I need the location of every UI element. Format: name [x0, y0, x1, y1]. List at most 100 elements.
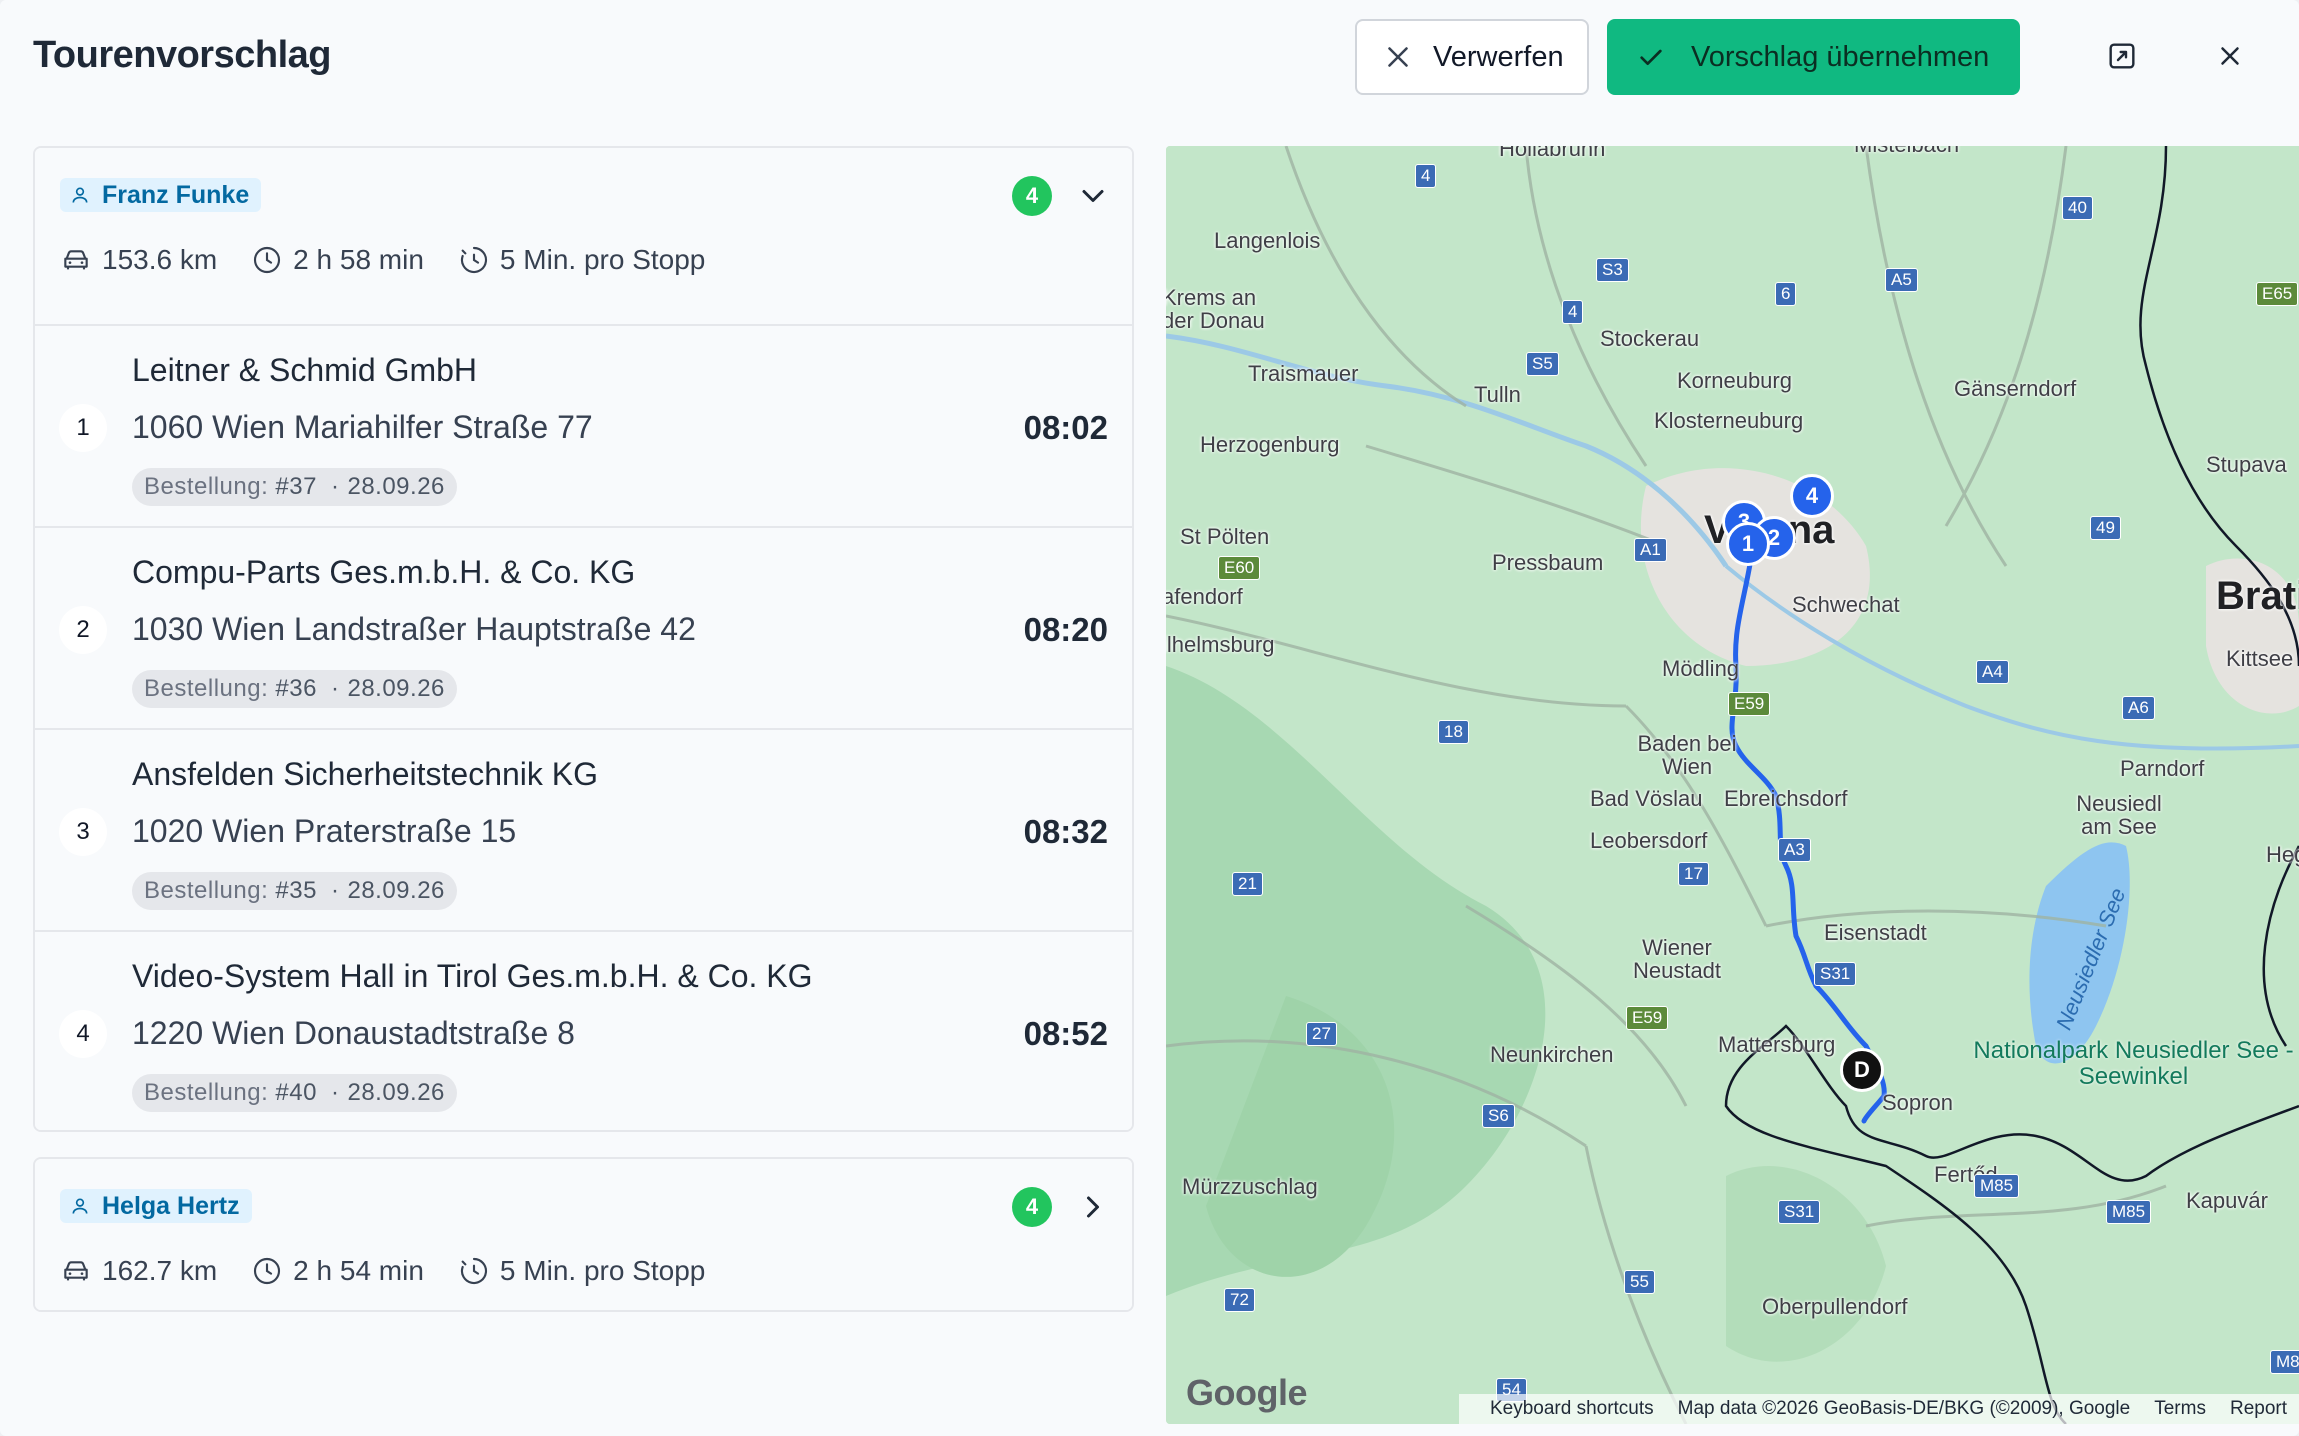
stop-count-badge: 4	[1012, 1187, 1052, 1227]
map-label: Stockerau	[1600, 326, 1700, 351]
stop-item[interactable]: 3 Ansfelden Sicherheitstechnik KG 1020 W…	[35, 730, 1132, 932]
road-shield: M85	[2106, 1200, 2152, 1224]
customer-address: 1220 Wien Donaustadtstraße 8	[132, 1015, 575, 1051]
stop-number: 2	[59, 606, 107, 654]
map-label: Schwechat	[1792, 592, 1900, 617]
arrival-time: 08:20	[1023, 611, 1108, 648]
road-shield: E59	[1728, 692, 1771, 716]
map-label: Mattersburg	[1718, 1032, 1836, 1057]
stop-item[interactable]: 2 Compu-Parts Ges.m.b.H. & Co. KG 1030 W…	[35, 528, 1132, 730]
map-marker-4[interactable]: 4	[1790, 474, 1834, 518]
discard-label: Verwerfen	[1433, 40, 1564, 73]
road-shield: A1	[1634, 538, 1667, 562]
road-shield: A4	[1976, 660, 2009, 684]
close-dialog-icon[interactable]	[2208, 34, 2252, 78]
discard-button[interactable]: Verwerfen	[1355, 19, 1589, 95]
road-shield: 4	[1562, 300, 1584, 324]
check-icon	[1640, 49, 1662, 65]
customer-address: 1020 Wien Praterstraße 15	[132, 813, 517, 849]
map-label: afendorf	[1166, 584, 1243, 609]
map-label: Stupava	[2206, 452, 2287, 477]
map-data-credit: Map data ©2026 GeoBasis-DE/BKG (©2009), …	[1677, 1398, 2131, 1419]
road-shield: A3	[1778, 838, 1811, 862]
duration-value: 2 h 58 min	[293, 244, 424, 275]
map-marker-1[interactable]: 1	[1726, 522, 1770, 566]
stop-number: 1	[59, 404, 107, 452]
map-label: Krems an der Donau	[1166, 285, 1265, 334]
road-shield: 27	[1306, 1022, 1337, 1046]
driver-card-header[interactable]: Franz Funke 4 153.6 km 2 h 58 min 5 Min.…	[35, 148, 1132, 326]
map-label: Pressbaum	[1492, 550, 1604, 575]
keyboard-shortcuts-link[interactable]: Keyboard shortcuts	[1478, 1398, 1666, 1420]
distance-value: 153.6 km	[102, 244, 218, 275]
driver-name: Franz Funke	[102, 180, 250, 209]
road-shield: S3	[1596, 258, 1629, 282]
map-terrain	[1166, 146, 2299, 1424]
timer-icon	[460, 246, 487, 274]
road-shield: M8	[2270, 1350, 2299, 1374]
road-shield: E65	[2256, 282, 2299, 306]
map-label: Baden bei Wien	[1637, 731, 1737, 780]
user-icon	[72, 1198, 88, 1214]
order-badge: Bestellung: #37 · 28.09.26	[132, 468, 457, 506]
driver-card-header[interactable]: Helga Hertz 4 162.7 km 2 h 54 min 5 Min.…	[35, 1159, 1132, 1310]
map-label: Herzogenburg	[1200, 432, 1340, 457]
map-label: Neunkirchen	[1490, 1042, 1614, 1067]
road-shield: A5	[1885, 268, 1918, 292]
road-shield: 21	[1232, 872, 1263, 896]
map-label: Hollabrunn	[1499, 146, 1606, 161]
car-icon	[64, 250, 88, 270]
map-label: Heg	[2266, 842, 2299, 867]
stop-count-badge: 4	[1012, 176, 1052, 216]
customer-address: 1030 Wien Landstraßer Hauptstraße 42	[132, 611, 696, 647]
order-number: #35	[275, 877, 317, 904]
order-number: #40	[275, 1079, 317, 1106]
stop-number: 4	[59, 1010, 107, 1058]
stop-number: 3	[59, 808, 107, 856]
duration-stat: 2 h 54 min	[251, 1255, 424, 1287]
clock-icon	[254, 246, 281, 274]
stop-item[interactable]: 4 Video-System Hall in Tirol Ges.m.b.H. …	[35, 932, 1132, 1130]
stop-item[interactable]: 1 Leitner & Schmid GmbH 1060 Wien Mariah…	[35, 326, 1132, 528]
map-label: Gänserndorf	[1954, 376, 2077, 401]
order-badge: Bestellung: #35 · 28.09.26	[132, 872, 457, 910]
arrival-time: 08:02	[1023, 409, 1108, 446]
customer-name: Leitner & Schmid GmbH	[132, 352, 478, 388]
chevron-down-icon[interactable]	[1075, 178, 1111, 214]
order-date: 28.09.26	[347, 1079, 445, 1106]
expand-icon[interactable]	[2100, 34, 2144, 78]
map-label: St Pölten	[1180, 524, 1270, 549]
road-shield: S31	[1814, 962, 1857, 986]
per-stop-value: 5 Min. pro Stopp	[499, 244, 706, 275]
map-label: Langenlois	[1214, 228, 1321, 253]
road-shield: 72	[1224, 1288, 1255, 1312]
map-marker-depot[interactable]: D	[1840, 1048, 1884, 1092]
order-label: Bestellung:	[144, 473, 269, 500]
car-icon	[64, 1261, 88, 1281]
road-shield: 55	[1624, 1270, 1655, 1294]
road-shield: S31	[1778, 1200, 1821, 1224]
map-label: Leobersdorf	[1590, 828, 1708, 853]
driver-tag: Helga Hertz	[60, 1189, 252, 1223]
terms-link[interactable]: Terms	[2142, 1398, 2218, 1420]
tour-suggestion-dialog: Tourenvorschlag Verwerfen Vorschlag über…	[0, 0, 2299, 1436]
report-link[interactable]: Report	[2218, 1398, 2299, 1420]
distance-stat: 162.7 km	[60, 1255, 217, 1287]
customer-address: 1060 Wien Mariahilfer Straße 77	[132, 409, 593, 445]
park-label: Nationalpark Neusiedler See - Seewinkel	[1973, 1037, 2294, 1091]
arrival-time: 08:32	[1023, 813, 1108, 850]
chevron-right-icon[interactable]	[1075, 1189, 1111, 1225]
route-map[interactable]: Hollabrunn Mistelbach Langenlois Krems a…	[1166, 146, 2299, 1424]
user-icon	[72, 187, 88, 203]
per-stop-stat: 5 Min. pro Stopp	[458, 1255, 705, 1287]
map-label: Wiener Neustadt	[1632, 935, 1722, 984]
order-number: #37	[275, 473, 317, 500]
road-shield: 49	[2090, 516, 2121, 540]
arrival-time: 08:52	[1023, 1015, 1108, 1052]
road-shield: A6	[2122, 696, 2155, 720]
customer-name: Video-System Hall in Tirol Ges.m.b.H. & …	[132, 958, 813, 994]
distance-value: 162.7 km	[102, 1255, 218, 1286]
map-label: Traismauer	[1248, 361, 1359, 386]
customer-name: Ansfelden Sicherheitstechnik KG	[132, 756, 599, 792]
accept-suggestion-button[interactable]: Vorschlag übernehmen	[1607, 19, 2020, 95]
